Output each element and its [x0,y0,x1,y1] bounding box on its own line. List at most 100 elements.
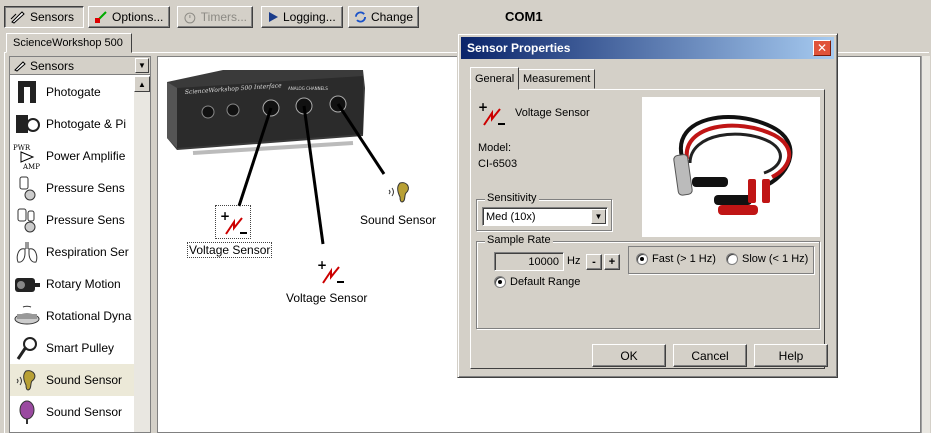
sample-rate-label: Sample Rate [485,234,553,246]
pressure-sensor-icon [12,205,42,235]
voltage-sensor-icon: + [478,100,505,126]
radio-selected-icon [494,276,506,288]
sensors-button-label: Sensors [30,10,75,24]
sensor-item-label: Power Amplifie [46,149,126,163]
list-item[interactable]: Rotational Dyna [10,300,134,332]
cancel-button[interactable]: Cancel [673,344,747,367]
sensor-item-label: Pressure Sens [46,213,125,227]
power-amplifier-icon: PWR AMP [12,141,42,171]
chevron-down-icon[interactable]: ▼ [135,58,149,73]
rotary-motion-icon [12,269,42,299]
dialog-title-bar[interactable]: Sensor Properties ✕ [461,37,834,59]
increase-rate-button[interactable]: + [604,254,620,270]
tab-scienceworkshop[interactable]: ScienceWorkshop 500 [6,33,132,53]
voltage-sensor-icon: + [220,209,247,235]
scroll-up-icon[interactable]: ▲ [134,76,150,92]
canvas-scrollbar[interactable] [921,56,930,433]
timer-icon [184,12,196,24]
decrease-rate-button[interactable]: - [586,254,602,270]
change-button-label: Change [370,10,413,24]
rotational-dynamics-icon [12,301,42,331]
play-icon [269,12,278,22]
photogate-icon [12,77,42,107]
svg-text:+: + [220,209,230,223]
ear-icon [388,182,409,203]
tab-measurement[interactable]: Measurement [518,69,596,89]
options-button[interactable]: Options... [88,6,170,28]
model-value: CI-6503 [478,158,518,170]
sample-rate-unit: Hz [567,255,581,267]
canvas-voltage-sensor-1[interactable]: + [215,205,251,239]
com-port-label: COM1 [505,9,543,24]
ear-icon [12,365,42,395]
sample-rate-input[interactable]: 10000 [494,252,564,271]
chevron-down-icon[interactable]: ▼ [591,209,606,224]
sensors-button[interactable]: Sensors [4,6,84,28]
refresh-icon [354,11,367,23]
change-button[interactable]: Change [348,6,419,28]
sensitivity-select[interactable]: Med (10x) ▼ [482,207,608,226]
svg-text:PWR: PWR [13,144,31,152]
sensor-item-label: Smart Pulley [46,341,115,355]
list-item[interactable]: Photogate [10,76,134,108]
sensor-item-label: Respiration Ser [46,245,129,259]
voltage-sensor-icon: + [317,258,344,284]
list-item[interactable]: PWR AMP Power Amplifie [10,140,134,172]
options-button-label: Options... [112,10,164,24]
list-item[interactable]: Pressure Sens [10,204,134,236]
sensor-item-label: Photogate [46,85,101,99]
sensor-list-scrollbar[interactable]: ▲ [134,76,150,432]
sensor-list-header[interactable]: Sensors ▼ [10,57,150,75]
lungs-icon [12,237,42,267]
svg-text:+: + [317,258,327,272]
timers-button-label: Timers... [200,10,247,24]
close-icon[interactable]: ✕ [813,40,831,56]
pressure-sensor-icon [12,173,42,203]
fast-radio[interactable]: Fast (> 1 Hz) [636,253,716,265]
list-item[interactable]: Rotary Motion [10,268,134,300]
options-icon [95,11,107,23]
microphone-icon [12,397,42,427]
logging-button-label: Logging... [283,10,336,24]
list-item[interactable]: Pressure Sens [10,172,134,204]
sensor-item-label: Sound Sensor [46,405,123,419]
radio-unselected-icon [726,253,738,265]
logging-button[interactable]: Logging... [261,6,343,28]
help-button[interactable]: Help [754,344,828,367]
connection-lines [237,103,386,245]
list-item[interactable]: Sound Sensor [10,364,134,396]
sensor-pencil-icon [14,60,26,72]
sensor-item-label: Rotational Dyna [46,309,132,323]
main-toolbar: Sensors Options... Timers... Logging... … [0,0,931,32]
tab-general[interactable]: General [470,67,520,90]
pulley-icon [12,333,42,363]
list-item[interactable]: Respiration Ser [10,236,134,268]
timers-button[interactable]: Timers... [177,6,253,28]
canvas-voltage-sensor-2[interactable]: + [313,255,347,290]
sensor-item-label: Photogate & Pi [46,117,127,131]
model-label: Model: [478,142,512,154]
dialog-title: Sensor Properties [467,41,571,55]
list-item[interactable]: Sound Sensor [10,396,134,428]
photogate-pulley-icon [12,109,42,139]
ok-button[interactable]: OK [592,344,666,367]
default-range-radio[interactable]: Default Range [494,276,580,288]
sensor-list-header-label: Sensors [30,58,75,73]
voltage-cables-image [673,115,793,215]
sensor-properties-dialog: Sensor Properties ✕ General Measurement … [457,33,838,378]
sensitivity-value: Med (10x) [486,210,536,223]
default-range-label: Default Range [510,276,581,288]
sensor-name-text: Voltage Sensor [515,107,590,119]
list-item[interactable]: Smart Pulley [10,332,134,364]
sensor-item-label: Rotary Motion [46,277,121,291]
list-item[interactable]: Photogate & Pi [10,108,134,140]
fast-radio-label: Fast (> 1 Hz) [652,253,716,265]
sensor-item-label: Pressure Sens [46,181,125,195]
slow-radio[interactable]: Slow (< 1 Hz) [726,253,808,265]
svg-text:AMP: AMP [22,163,40,170]
sensor-list: Photogate Photogate & Pi PWR AMP Power Am… [10,76,134,428]
canvas-sound-sensor-label: Sound Sensor [360,213,437,227]
sensitivity-label: Sensitivity [485,192,539,204]
canvas-sound-sensor[interactable] [386,180,416,209]
sensor-pencil-icon [10,11,25,24]
